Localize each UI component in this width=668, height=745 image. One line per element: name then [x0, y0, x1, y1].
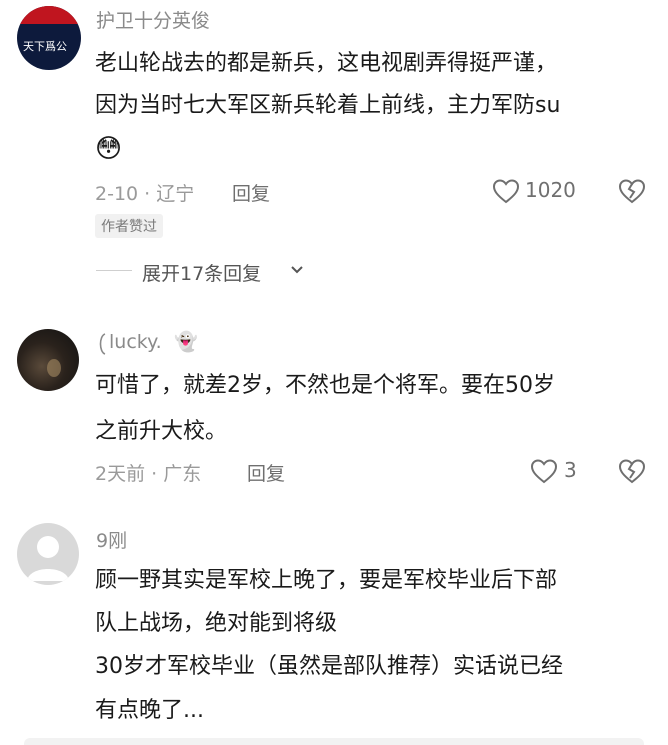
bottom-bar-edge: [24, 738, 644, 745]
heart-outline-icon[interactable]: [530, 458, 558, 484]
chevron-down-icon[interactable]: [289, 264, 305, 276]
username[interactable]: 护卫十分英俊: [96, 6, 210, 33]
like-count: 3: [564, 458, 577, 482]
broken-heart-icon[interactable]: [618, 178, 646, 204]
avatar-light: [47, 359, 61, 377]
reply-button[interactable]: 回复: [232, 179, 270, 206]
like-count: 1020: [525, 178, 576, 202]
comment-text-line: 之前升大校。: [95, 419, 228, 444]
avatar-red-band: [17, 6, 81, 24]
emoji: 😳: [95, 134, 123, 164]
comment-text-line: 30岁才军校毕业（虽然是部队推荐）实话说已经: [95, 654, 563, 679]
comment-text-line: 有点晚了...: [95, 698, 204, 723]
default-avatar-icon[interactable]: [17, 523, 79, 585]
comment-text-line: 可惜了，就差2岁，不然也是个将军。要在50岁: [95, 373, 555, 398]
username[interactable]: lucky.: [109, 331, 162, 353]
username-ghost-emoji: 👻: [174, 331, 198, 353]
heart-outline-icon[interactable]: [492, 178, 520, 204]
reply-button[interactable]: 回复: [247, 459, 285, 486]
comment-meta: 2-10 · 辽宁: [95, 183, 195, 205]
expand-divider: [96, 270, 132, 271]
username[interactable]: 9刚: [96, 526, 127, 553]
broken-heart-icon[interactable]: [618, 458, 646, 484]
comment-text-line: 老山轮战去的都是新兵，这电视剧弄得挺严谨，: [95, 51, 558, 76]
comment-text-line: 队上战场，绝对能到将级: [95, 611, 338, 636]
username-bracket-icon: [96, 332, 108, 356]
avatar[interactable]: 天下爲公: [17, 6, 81, 70]
comment-meta: 2天前 · 广东: [95, 463, 202, 485]
avatar-text: 天下爲公: [23, 40, 67, 53]
expand-replies-button[interactable]: 展开17条回复: [142, 259, 261, 286]
author-liked-badge: 作者赞过: [95, 214, 163, 238]
comment-text-line: 因为当时七大军区新兵轮着上前线，主力军防su: [95, 93, 561, 118]
comment-text-line: 顾一野其实是军校上晚了，要是军校毕业后下部: [95, 568, 558, 593]
avatar[interactable]: [17, 329, 79, 391]
